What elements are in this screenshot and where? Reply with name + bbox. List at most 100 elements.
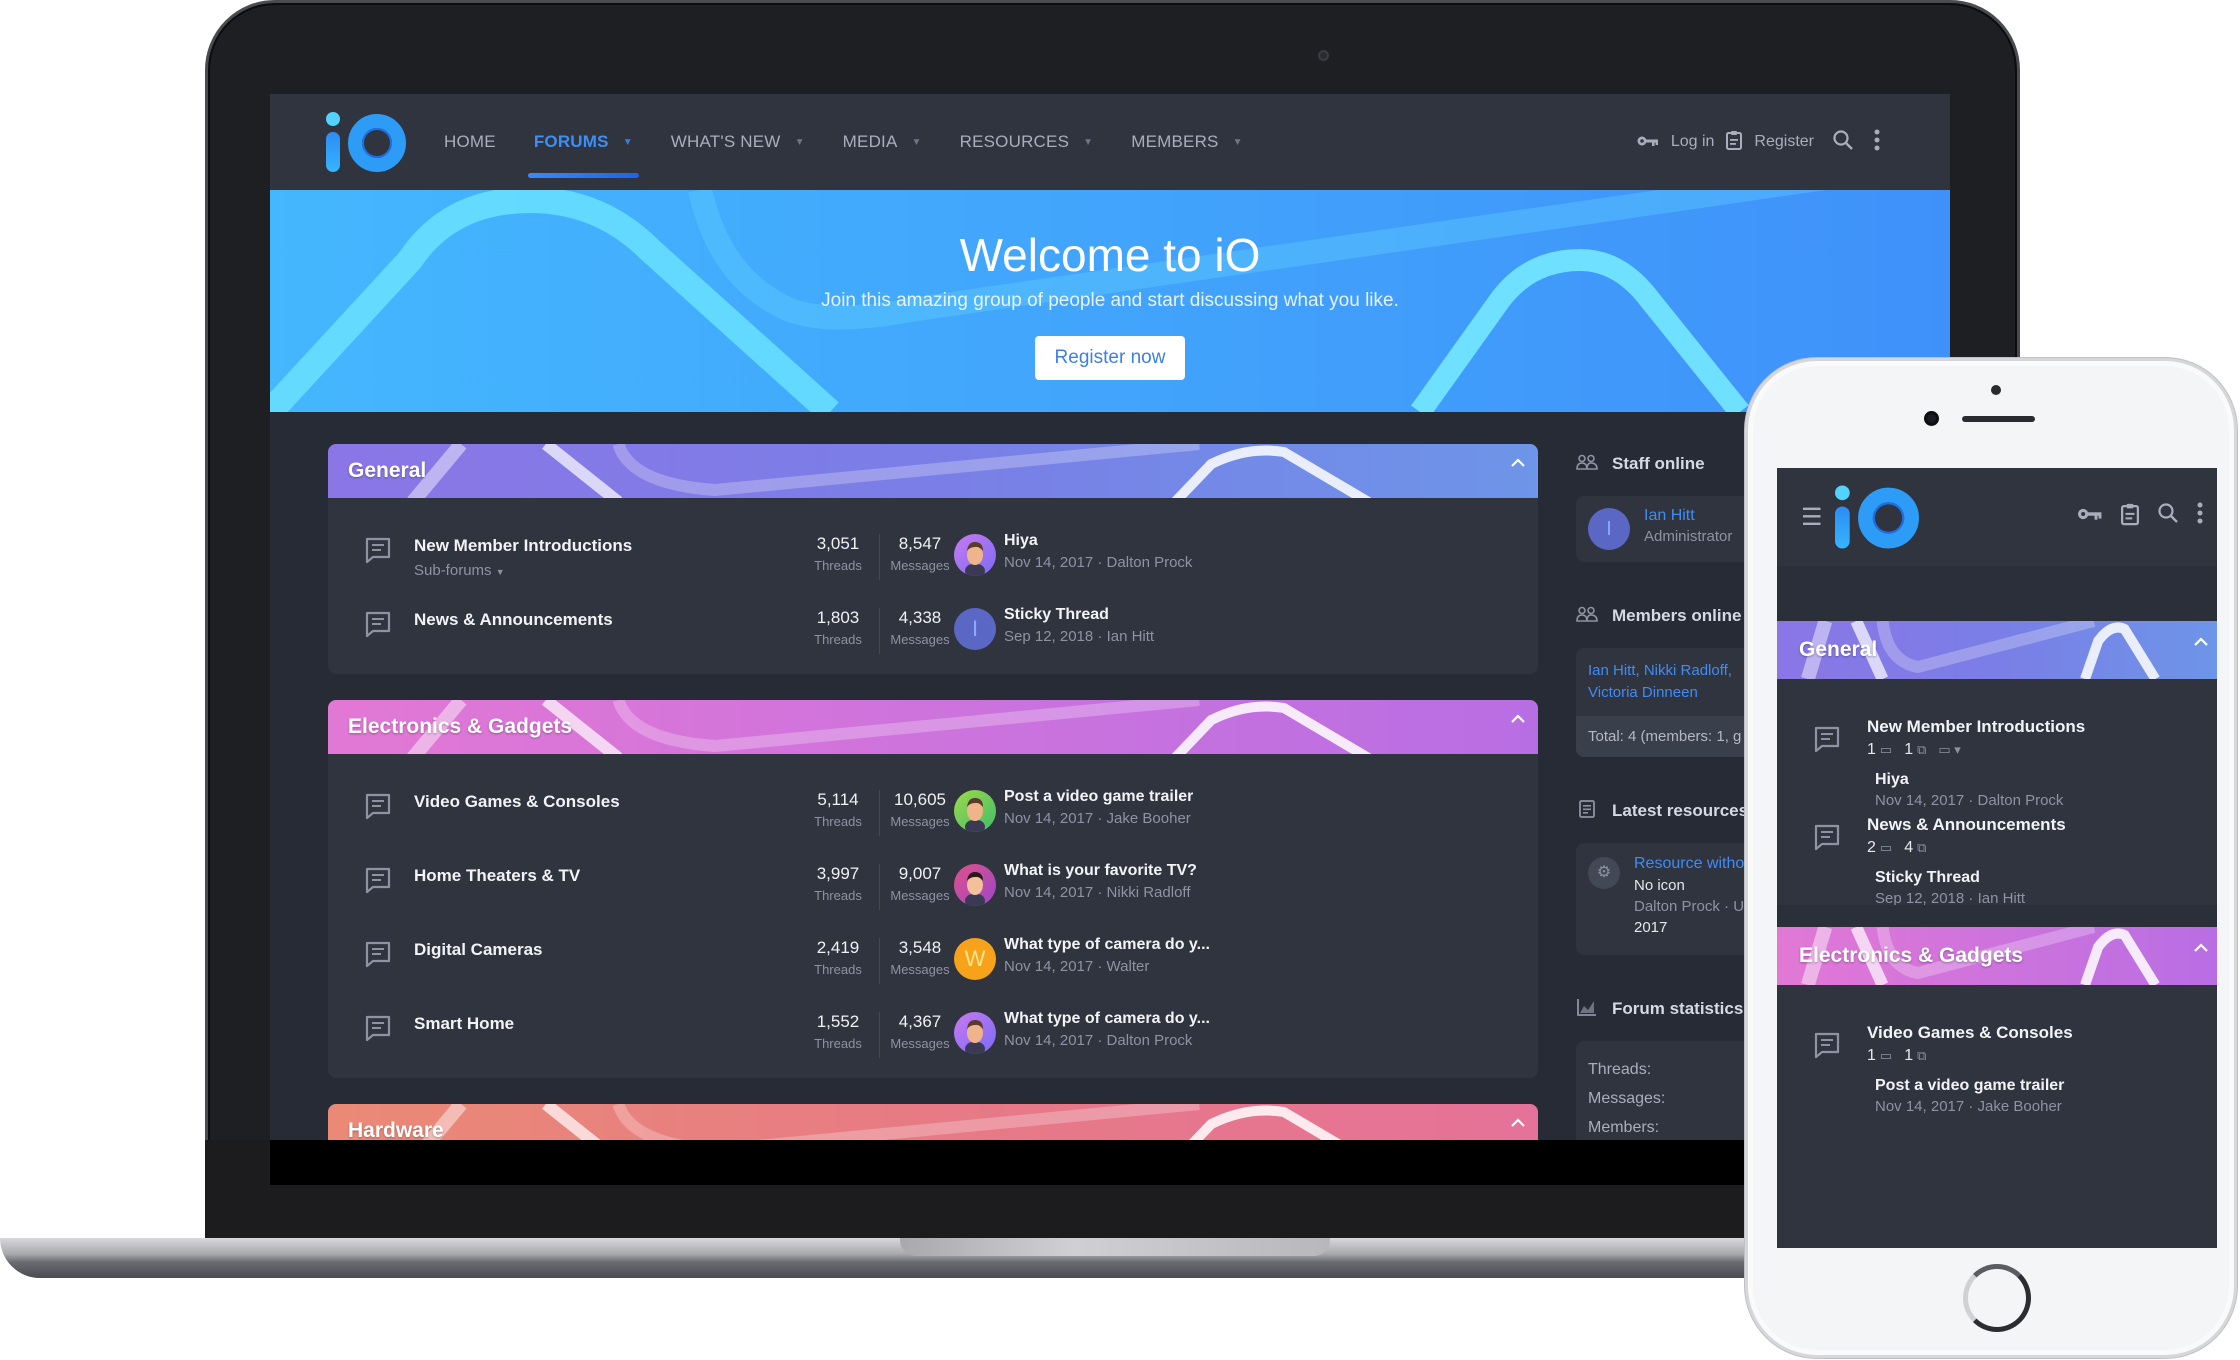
mobile-forum-row[interactable]: Video Games & Consoles 1 ▭ 1 ⧉ Post a video g… xyxy=(1777,1023,2217,1123)
last-post-meta: Nov 14, 2017 · Nikki Radloff xyxy=(1004,884,1191,901)
category-header[interactable]: General xyxy=(328,444,1538,498)
avatar[interactable] xyxy=(954,1012,996,1054)
resource-year: 2017 xyxy=(1634,919,1668,936)
more-vertical-icon[interactable] xyxy=(1874,129,1880,156)
key-icon xyxy=(1637,132,1659,153)
forum-row[interactable]: Smart Home 1,552 Threads 4,367 Messages What … xyxy=(328,990,1538,1064)
forum-icon xyxy=(364,1014,392,1042)
more-vertical-icon[interactable] xyxy=(2197,502,2203,532)
register-now-button[interactable]: Register now xyxy=(1034,336,1186,380)
avatar[interactable]: I xyxy=(1588,508,1630,550)
online-member-links[interactable]: Ian Hitt, Nikki Radloff, Victoria Dinnee… xyxy=(1576,648,1756,716)
last-post: Post a video game trailer Nov 14, 2017 · … xyxy=(1875,1077,2064,1115)
staff-name-link[interactable]: Ian Hitt xyxy=(1644,507,1695,525)
category-title[interactable]: General xyxy=(348,459,426,483)
forum-row[interactable]: News & Announcements 1,803 Threads 4,338 Mes… xyxy=(328,586,1538,660)
category-title[interactable]: General xyxy=(1799,638,1877,662)
forum-row[interactable]: Home Theaters & TV 3,997 Threads 9,007 Messa… xyxy=(328,842,1538,916)
last-post-meta: Nov 14, 2017 · Jake Booher xyxy=(1875,1098,2062,1115)
search-icon[interactable] xyxy=(1832,129,1854,156)
chevron-down-icon: ▼ xyxy=(495,567,505,577)
phone-speaker xyxy=(1962,416,2035,422)
forum-row[interactable]: Video Games & Consoles 5,114 Threads 10,605… xyxy=(328,768,1538,842)
logo-i-glyph xyxy=(326,112,342,172)
forum-icon xyxy=(364,536,392,564)
category-title[interactable]: Electronics & Gadgets xyxy=(348,715,572,739)
mobile-forum-row[interactable]: News & Announcements 2 ▭ 4 ⧉ Sticky Thread Sep… xyxy=(1777,815,2217,915)
category-header[interactable]: Electronics & Gadgets xyxy=(328,700,1538,754)
last-post: I Sticky Thread Sep 12, 2018 · Ian Hitt xyxy=(954,606,1154,650)
key-icon[interactable] xyxy=(2077,502,2103,532)
device-mockup: HOME FORUMS ▼ WHAT'S NEW ▼ MEDIA ▼ RESOURCE… xyxy=(0,0,2240,1360)
forum-title-link[interactable]: Smart Home xyxy=(414,1014,514,1034)
category-gap xyxy=(1777,905,2217,927)
category-title[interactable]: Hardware xyxy=(348,1119,444,1140)
last-post: What is your favorite TV? Nov 14, 2017 · … xyxy=(954,862,1197,906)
mobile-category-header[interactable]: Electronics & Gadgets xyxy=(1777,927,2217,985)
last-post-title-link[interactable]: What is your favorite TV? xyxy=(1004,862,1197,880)
document-icon xyxy=(1576,799,1598,823)
last-post: What type of camera do y... Nov 14, 2017 … xyxy=(954,1010,1210,1054)
messages-icon: ⧉ xyxy=(1917,1048,1927,1063)
forum-title-link[interactable]: Video Games & Consoles xyxy=(414,792,620,812)
register-link[interactable]: Register xyxy=(1754,133,1814,151)
forum-counts: 1 ▭ 1 ⧉ ▭ ▾ xyxy=(1867,741,1961,758)
last-post-title-link[interactable]: Sticky Thread xyxy=(1004,606,1154,624)
login-link[interactable]: Log in xyxy=(1671,133,1715,151)
nav-media[interactable]: MEDIA ▼ xyxy=(843,94,922,190)
avatar[interactable] xyxy=(954,790,996,832)
chevron-down-icon[interactable]: ▼ xyxy=(912,137,922,148)
thread-icon: ▭ xyxy=(1879,742,1893,757)
nav-members[interactable]: MEMBERS ▼ xyxy=(1131,94,1242,190)
last-post-title-link[interactable]: What type of camera do y... xyxy=(1004,936,1210,954)
clipboard-icon xyxy=(1726,130,1743,155)
folder-icon[interactable]: ▭ ▾ xyxy=(1938,742,1960,758)
users-icon xyxy=(1576,606,1598,627)
mobile-category-header[interactable]: General xyxy=(1777,621,2217,679)
hamburger-menu-icon[interactable]: ☰ xyxy=(1801,503,1823,532)
avatar[interactable]: W xyxy=(954,938,996,980)
forum-row[interactable]: New Member Introductions Sub-forums ▼ 3,05… xyxy=(328,512,1538,586)
resource-title-link[interactable]: Resource without xyxy=(1634,855,1758,873)
last-post-meta: Nov 14, 2017 · Jake Booher xyxy=(1004,810,1191,827)
avatar[interactable] xyxy=(954,534,996,576)
forum-title-link[interactable]: Digital Cameras xyxy=(414,940,543,960)
laptop-camera xyxy=(1318,50,1329,61)
last-post-title-link[interactable]: Hiya xyxy=(1875,771,2063,789)
forum-title-link[interactable]: News & Announcements xyxy=(414,610,613,630)
chevron-down-icon[interactable]: ▼ xyxy=(623,137,633,148)
nav-resources[interactable]: RESOURCES ▼ xyxy=(960,94,1094,190)
nav-forums[interactable]: FORUMS ▼ xyxy=(527,94,639,190)
mobile-forum-row[interactable]: New Member Introductions 1 ▭ 1 ⧉ ▭ ▾ Hiya Nov 1… xyxy=(1777,717,2217,817)
forum-row[interactable]: Digital Cameras 2,419 Threads 3,548 Messages… xyxy=(328,916,1538,990)
last-post-title-link[interactable]: What type of camera do y... xyxy=(1004,1010,1210,1028)
laptop-bezel-inner xyxy=(270,1140,1950,1185)
logo-o-glyph xyxy=(348,114,406,172)
last-post-title-link[interactable]: Post a video game trailer xyxy=(1875,1077,2064,1095)
category-header[interactable]: Hardware xyxy=(328,1104,1538,1140)
nav-home[interactable]: HOME xyxy=(444,94,496,190)
forum-title-link[interactable]: New Member Introductions xyxy=(414,536,632,556)
site-logo[interactable] xyxy=(1834,485,1919,549)
forum-title-link[interactable]: News & Announcements xyxy=(1867,815,2066,835)
hero-title: Welcome to iO xyxy=(959,229,1261,281)
forum-title-link[interactable]: New Member Introductions xyxy=(1867,717,2085,737)
avatar[interactable]: I xyxy=(954,608,996,650)
chevron-down-icon[interactable]: ▼ xyxy=(1233,137,1243,148)
last-post-title-link[interactable]: Post a video game trailer xyxy=(1004,788,1193,806)
site-logo[interactable] xyxy=(326,112,406,172)
last-post-title-link[interactable]: Sticky Thread xyxy=(1875,869,2025,887)
clipboard-icon[interactable] xyxy=(2121,502,2139,532)
forum-title-link[interactable]: Home Theaters & TV xyxy=(414,866,580,886)
avatar[interactable] xyxy=(954,864,996,906)
phone-home-button[interactable] xyxy=(1963,1264,2031,1332)
search-icon[interactable] xyxy=(2157,502,2179,532)
last-post: Hiya Nov 14, 2017 · Dalton Prock xyxy=(1875,771,2063,809)
chevron-down-icon[interactable]: ▼ xyxy=(795,137,805,148)
last-post-title-link[interactable]: Hiya xyxy=(1004,532,1192,550)
nav-whats-new[interactable]: WHAT'S NEW ▼ xyxy=(671,94,805,190)
category-title[interactable]: Electronics & Gadgets xyxy=(1799,944,2023,968)
chevron-down-icon[interactable]: ▼ xyxy=(1083,137,1093,148)
subforums-toggle[interactable]: Sub-forums ▼ xyxy=(414,562,505,579)
forum-title-link[interactable]: Video Games & Consoles xyxy=(1867,1023,2073,1043)
